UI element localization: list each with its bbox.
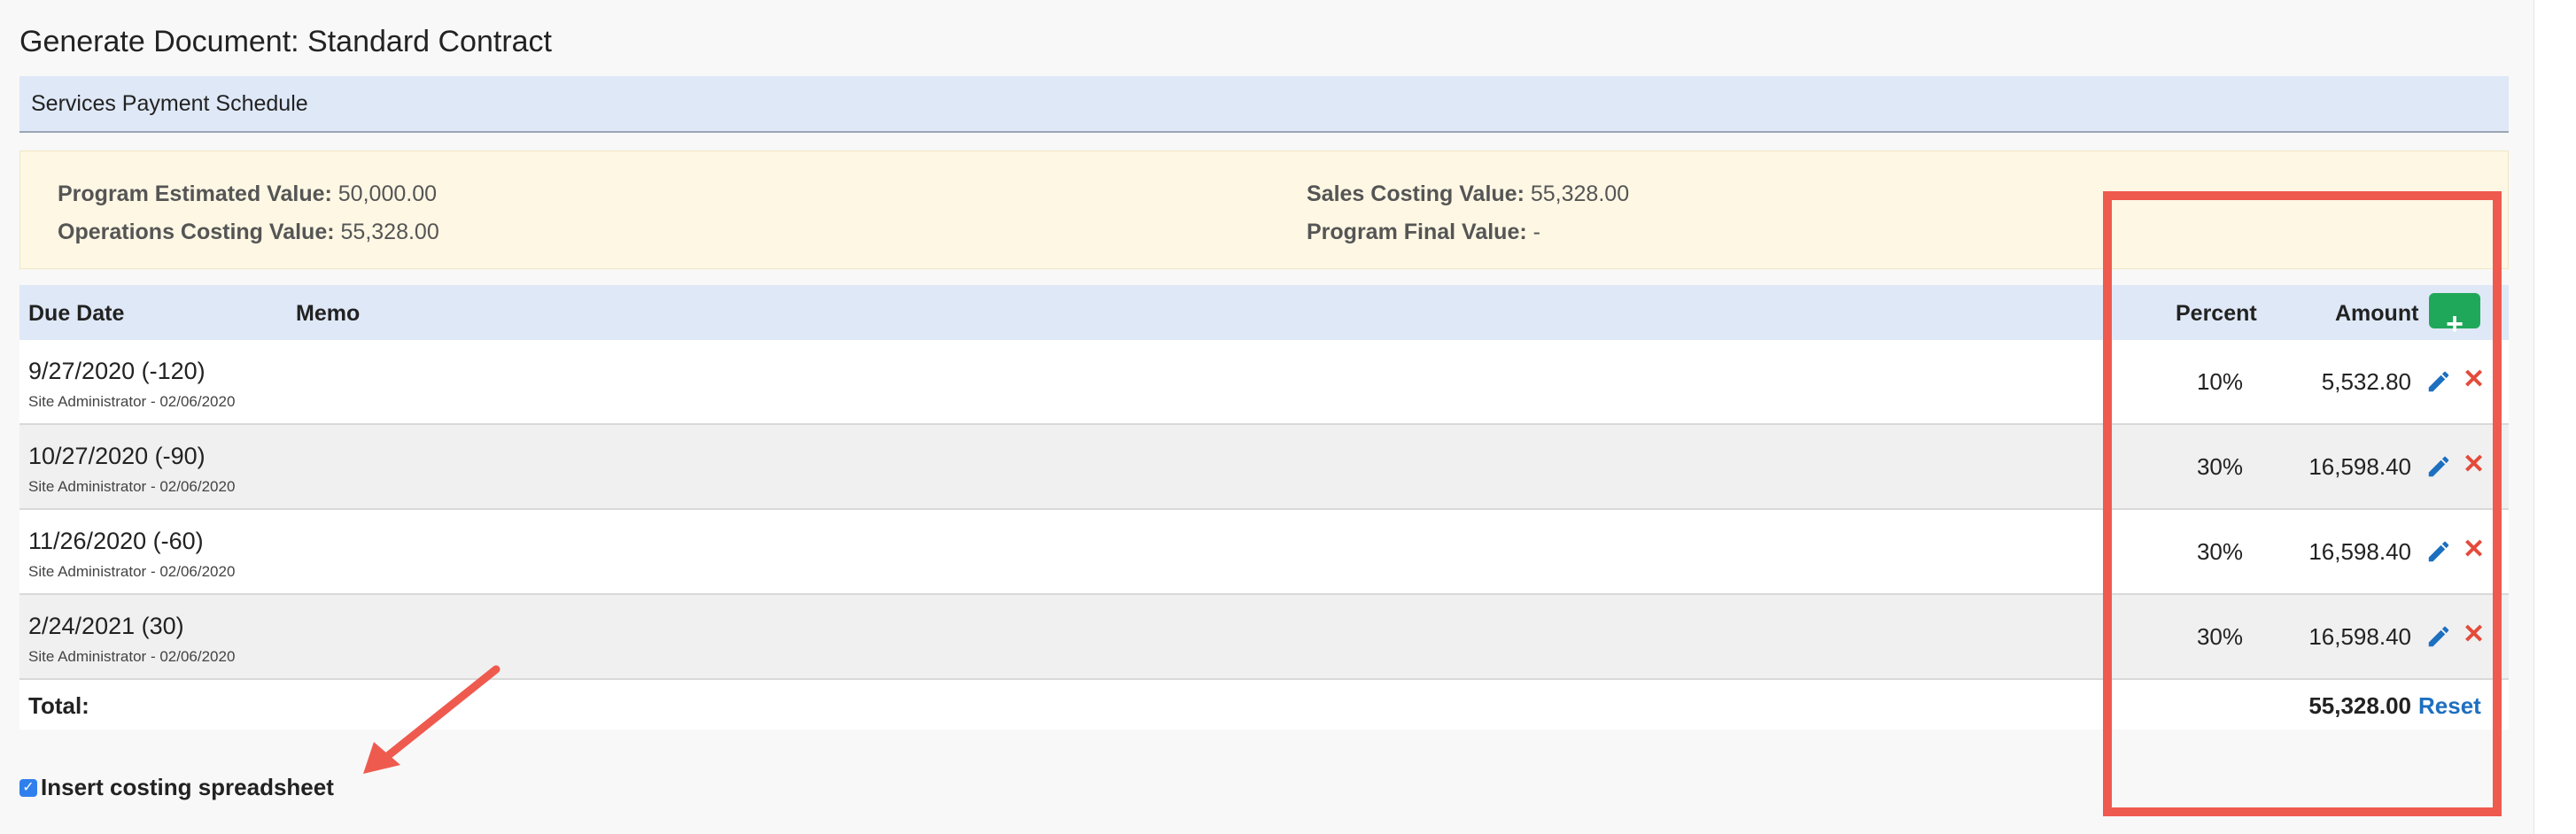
program-estimated-value: Program Estimated Value: 50,000.00 (58, 181, 437, 207)
insert-costing-checkbox[interactable]: ✓ (19, 778, 37, 797)
content-area: Generate Document: Standard Contract Ser… (0, 0, 2533, 834)
sales-costing-value: Sales Costing Value: 55,328.00 (1307, 181, 1629, 207)
delete-icon[interactable]: ✕ (2463, 452, 2485, 478)
reset-link[interactable]: Reset (2418, 692, 2481, 720)
percent-cell: 30% (2196, 623, 2243, 650)
table-row: 11/26/2020 (-60) Site Administrator - 02… (19, 510, 2509, 595)
check-icon: ✓ (22, 779, 35, 795)
insert-costing-label: Insert costing spreadsheet (41, 774, 334, 800)
due-date-cell: 11/26/2020 (-60) (28, 528, 204, 554)
sales-costing-label: Sales Costing Value: (1307, 181, 1525, 206)
amount-cell: 16,598.40 (2308, 623, 2411, 650)
payment-schedule-table: Due Date Memo Percent Amount + 9/27/2020… (19, 285, 2509, 730)
percent-cell: 30% (2196, 538, 2243, 565)
total-label: Total: (28, 692, 89, 719)
table-row: 10/27/2020 (-90) Site Administrator - 02… (19, 425, 2509, 510)
pencil-icon[interactable] (2425, 538, 2452, 565)
program-final-value: Program Final Value: - (1307, 220, 1540, 245)
total-amount: 55,328.00 (2308, 692, 2411, 719)
operations-costing-label: Operations Costing Value: (58, 220, 335, 244)
pencil-icon[interactable] (2425, 623, 2452, 650)
table-header: Due Date Memo Percent Amount + (19, 285, 2509, 340)
percent-cell: 30% (2196, 453, 2243, 480)
delete-icon[interactable]: ✕ (2463, 367, 2485, 393)
memo-header: Memo (296, 301, 361, 326)
program-final-amount: - (1532, 220, 1540, 244)
total-row: Total: 55,328.00 Reset (19, 680, 2509, 730)
plus-icon: + (2446, 307, 2463, 341)
amount-cell: 16,598.40 (2308, 538, 2411, 565)
page-title: Generate Document: Standard Contract (19, 25, 552, 58)
operations-costing-value: Operations Costing Value: 55,328.00 (58, 220, 439, 245)
due-date-cell: 9/27/2020 (-120) (28, 358, 206, 384)
right-edge-panel (2533, 0, 2576, 834)
insert-costing-option[interactable]: ✓ Insert costing spreadsheet (19, 774, 334, 801)
due-date-header: Due Date (28, 301, 125, 326)
add-payment-button[interactable]: + (2429, 293, 2480, 339)
row-meta: Site Administrator - 02/06/2020 (28, 648, 236, 665)
pencil-icon[interactable] (2425, 453, 2452, 480)
delete-icon[interactable]: ✕ (2463, 537, 2485, 563)
pencil-icon[interactable] (2425, 368, 2452, 395)
row-meta: Site Administrator - 02/06/2020 (28, 393, 236, 410)
table-row: 2/24/2021 (30) Site Administrator - 02/0… (19, 595, 2509, 680)
percent-header: Percent (2176, 301, 2257, 326)
program-final-label: Program Final Value: (1307, 220, 1527, 244)
section-header: Services Payment Schedule (19, 76, 2509, 133)
percent-cell: 10% (2196, 368, 2243, 395)
summary-panel: Program Estimated Value: 50,000.00 Opera… (19, 151, 2509, 269)
program-estimated-amount: 50,000.00 (338, 181, 437, 206)
sales-costing-amount: 55,328.00 (1530, 181, 1630, 206)
row-meta: Site Administrator - 02/06/2020 (28, 478, 236, 495)
amount-cell: 5,532.80 (2321, 368, 2411, 395)
section-title: Services Payment Schedule (31, 90, 308, 116)
delete-icon[interactable]: ✕ (2463, 622, 2485, 648)
program-estimated-label: Program Estimated Value: (58, 181, 332, 206)
amount-header: Amount (2335, 301, 2419, 326)
due-date-cell: 2/24/2021 (30) (28, 613, 184, 639)
due-date-cell: 10/27/2020 (-90) (28, 443, 206, 469)
amount-cell: 16,598.40 (2308, 453, 2411, 480)
table-row: 9/27/2020 (-120) Site Administrator - 02… (19, 340, 2509, 425)
row-meta: Site Administrator - 02/06/2020 (28, 563, 236, 580)
operations-costing-amount: 55,328.00 (340, 220, 439, 244)
